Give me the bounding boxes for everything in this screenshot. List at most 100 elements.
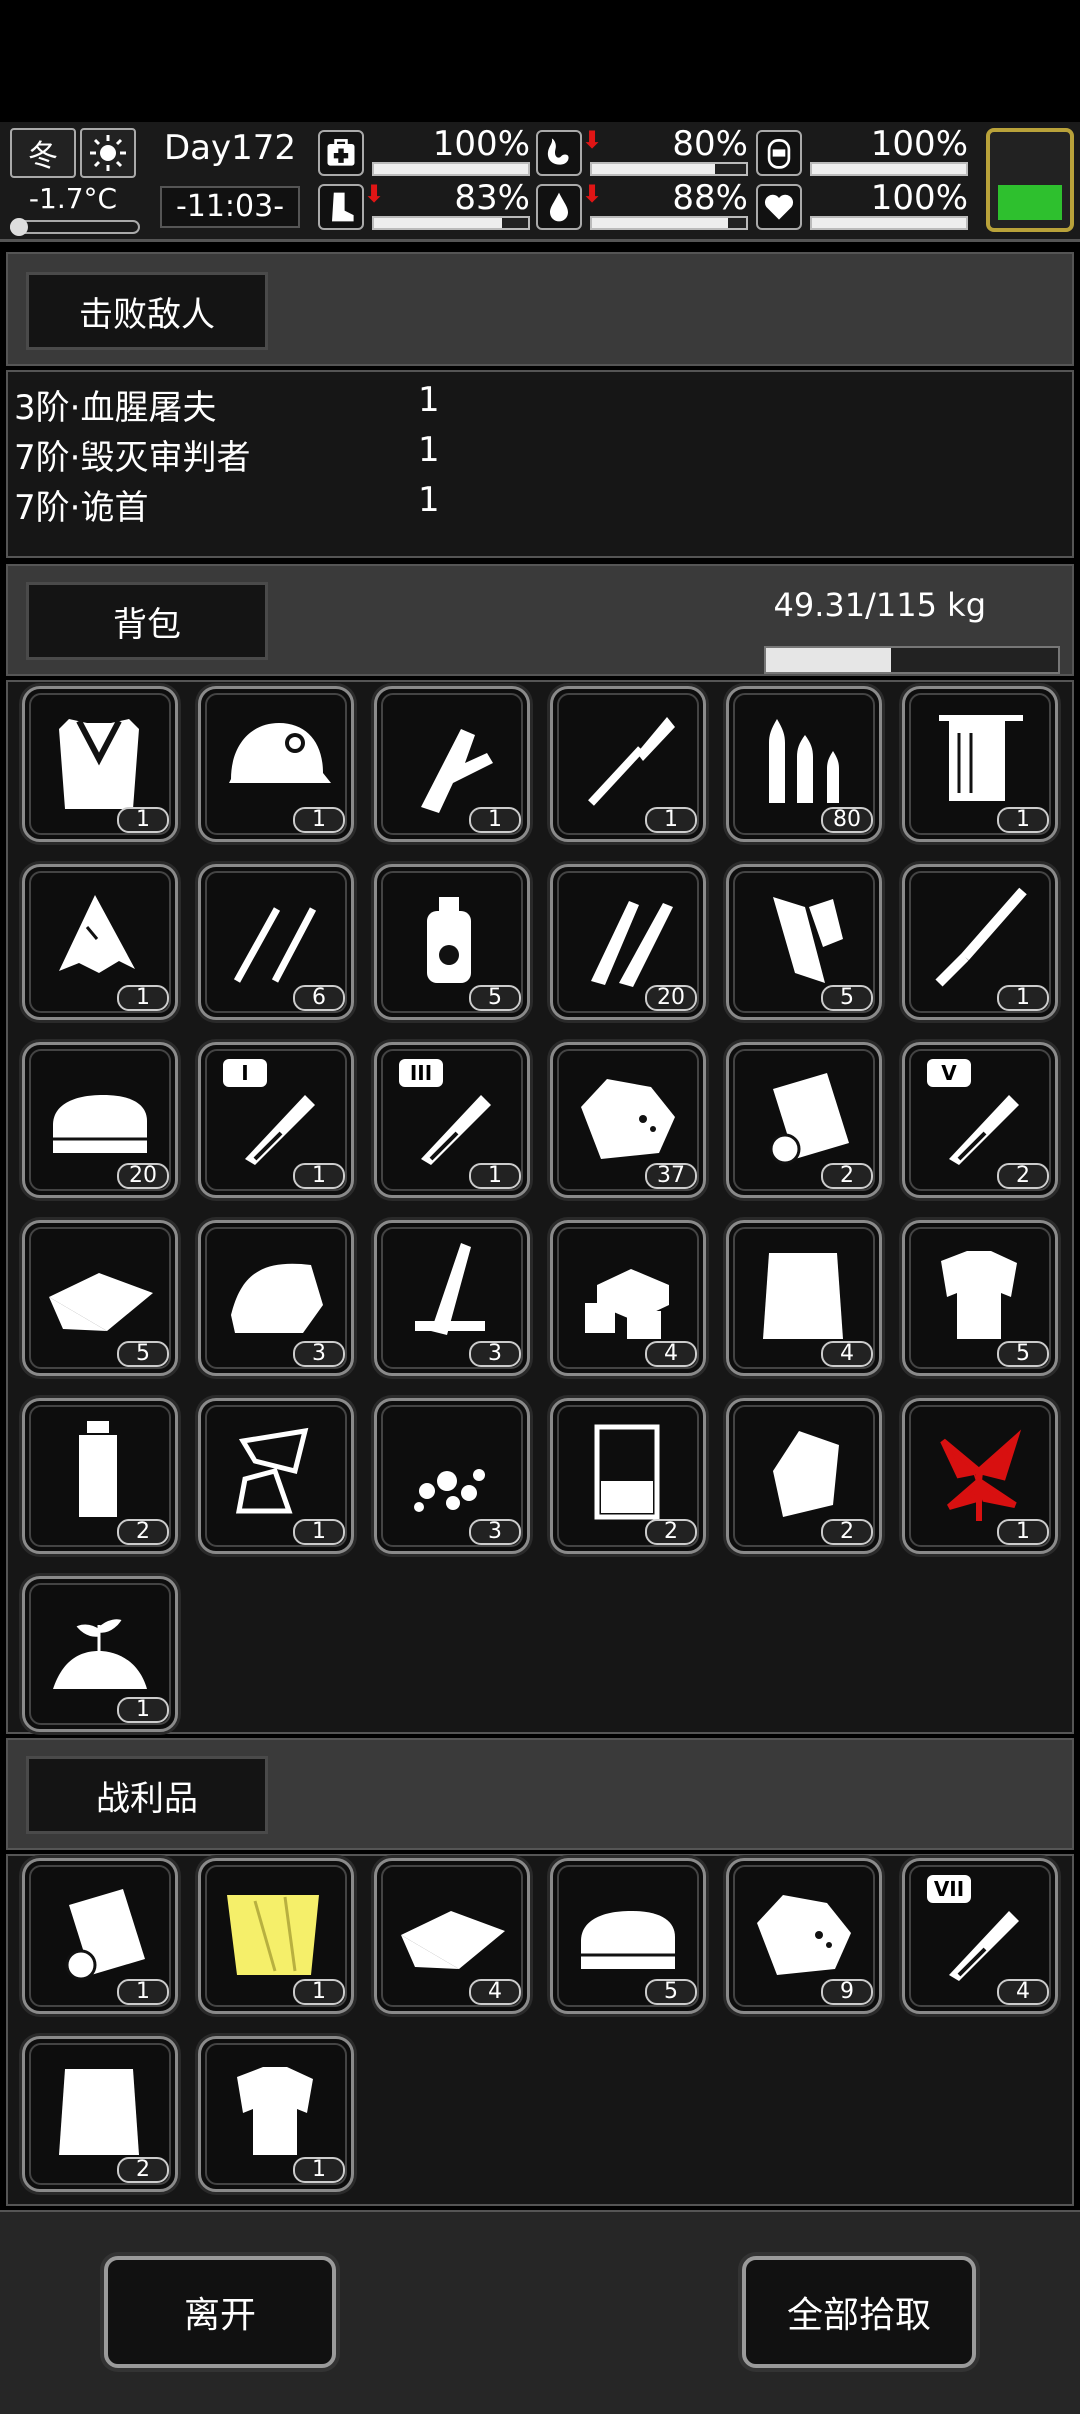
item-slot[interactable]: 5 xyxy=(22,1220,178,1376)
bullets-icon xyxy=(769,719,839,803)
item-count: 1 xyxy=(117,1979,169,2005)
season-badge: 冬 xyxy=(10,128,76,178)
item-slot[interactable]: 1 xyxy=(902,864,1058,1020)
stat-value: 80% xyxy=(672,124,748,164)
towel-icon xyxy=(939,715,1023,801)
item-slot[interactable]: 1 xyxy=(198,686,354,842)
item-slot[interactable]: 1 xyxy=(22,686,178,842)
loot-panel: 1 1 4 5 9 VII 4 2 1 xyxy=(6,1854,1074,2206)
item-count: 1 xyxy=(293,1163,345,1189)
item-count: 1 xyxy=(293,807,345,833)
item-count: 5 xyxy=(645,1979,697,2005)
thermometer-icon xyxy=(10,218,140,236)
item-slot[interactable]: 80 xyxy=(726,686,882,842)
stat-bar xyxy=(810,216,968,230)
item-count: 1 xyxy=(117,1697,169,1723)
folded-cloth-icon xyxy=(53,1095,147,1153)
item-count: 5 xyxy=(469,985,521,1011)
item-slot[interactable]: 5 xyxy=(902,1220,1058,1376)
leave-button[interactable]: 离开 xyxy=(104,2256,336,2368)
item-slot[interactable]: 1 xyxy=(198,1858,354,2014)
gravel-icon xyxy=(414,1469,485,1512)
item-slot[interactable]: V2 xyxy=(902,1042,1058,1198)
item-slot[interactable]: 1 xyxy=(902,1398,1058,1554)
defeated-list: 3阶·血腥屠夫 1 7阶·毁灭审判者 1 7阶·诡首 1 xyxy=(6,370,1074,558)
item-slot[interactable]: 20 xyxy=(550,864,706,1020)
item-slot[interactable]: 2 xyxy=(22,1398,178,1554)
item-count: 5 xyxy=(117,1341,169,1367)
fabric-icon xyxy=(49,1273,153,1331)
enemy-count: 1 xyxy=(418,430,440,470)
item-slot[interactable]: 1 xyxy=(902,686,1058,842)
item-slot[interactable]: 1 xyxy=(550,686,706,842)
item-slot[interactable]: 2 xyxy=(550,1398,706,1554)
stat-medkit: 100% xyxy=(318,126,530,178)
item-count: 2 xyxy=(997,1163,1049,1189)
item-slot[interactable]: 1 xyxy=(198,2036,354,2192)
stat-bar xyxy=(372,216,530,230)
stat-value: 88% xyxy=(672,178,748,218)
screwdriver-icon xyxy=(935,887,1027,987)
item-slot[interactable]: 3 xyxy=(374,1398,530,1554)
item-slot[interactable]: 2 xyxy=(726,1398,882,1554)
item-count: 37 xyxy=(645,1163,697,1189)
item-count: 1 xyxy=(293,1519,345,1545)
tab-backpack[interactable]: 背包 xyxy=(26,582,268,660)
backpack-panel: 1 1 1 1 80 1 1 6 5 20 5 1 20 I 1 III 1 37 2 V 2 5 3 3 4 4 5 2 1 3 2 2 1 1 xyxy=(6,680,1074,1734)
item-slot[interactable]: 5 xyxy=(550,1858,706,2014)
item-slot[interactable]: 1 xyxy=(22,1858,178,2014)
item-slot[interactable]: VII 4 xyxy=(902,1858,1058,2014)
item-slot[interactable]: 5 xyxy=(726,864,882,1020)
item-slot[interactable]: 3 xyxy=(198,1220,354,1376)
item-slot[interactable]: 1 xyxy=(374,686,530,842)
item-slot[interactable]: 20 xyxy=(22,1042,178,1198)
take-all-button[interactable]: 全部拾取 xyxy=(742,2256,976,2368)
item-slot[interactable]: 4 xyxy=(550,1220,706,1376)
item-slot[interactable]: 3 xyxy=(374,1220,530,1376)
item-count: 1 xyxy=(293,1979,345,2005)
item-slot[interactable]: 9 xyxy=(726,1858,882,2014)
stat-bar xyxy=(810,162,968,176)
item-count: 6 xyxy=(293,985,345,1011)
tier-badge: III xyxy=(399,1059,443,1087)
item-slot[interactable]: 1 xyxy=(22,1576,178,1732)
item-count: 3 xyxy=(469,1519,521,1545)
ragged-shirt-icon xyxy=(237,2067,313,2155)
cloth-roll-icon xyxy=(65,1889,145,1981)
enemy-count: 1 xyxy=(418,480,440,520)
stat-bar xyxy=(590,162,748,176)
item-slot[interactable]: III 1 xyxy=(374,1042,530,1198)
stat-value: 100% xyxy=(432,124,530,164)
helmet-icon xyxy=(229,723,331,783)
item-slot[interactable]: I1 xyxy=(198,1042,354,1198)
item-count: 2 xyxy=(117,1519,169,1545)
item-count: 1 xyxy=(997,1519,1049,1545)
item-slot[interactable]: 37 xyxy=(550,1042,706,1198)
day-counter: Day172 xyxy=(163,128,297,168)
battery-icon xyxy=(986,128,1074,232)
tab-defeated[interactable]: 击败敌人 xyxy=(26,272,268,350)
tab-loot[interactable]: 战利品 xyxy=(26,1756,268,1834)
item-count: 5 xyxy=(821,985,873,1011)
torn-cloth-icon xyxy=(59,895,135,973)
tier-badge: V xyxy=(927,1059,971,1087)
temperature: -1.7°C xyxy=(28,182,118,215)
enemy-count: 1 xyxy=(418,380,440,420)
cloth-roll-icon xyxy=(769,1073,849,1165)
item-count: 1 xyxy=(117,985,169,1011)
sack-icon xyxy=(59,2069,139,2155)
item-slot[interactable]: 4 xyxy=(374,1858,530,2014)
item-count: 9 xyxy=(821,1979,873,2005)
ragged-shirt-icon xyxy=(941,1251,1017,1339)
item-slot[interactable]: 6 xyxy=(198,864,354,1020)
item-slot[interactable]: 4 xyxy=(726,1220,882,1376)
item-count: 1 xyxy=(117,807,169,833)
stat-heart: 100% xyxy=(756,180,968,232)
weight-label: 49.31/115 kg xyxy=(773,586,986,624)
item-slot[interactable]: 1 xyxy=(22,864,178,1020)
item-slot[interactable]: 1 xyxy=(198,1398,354,1554)
caliper-knife-icon xyxy=(421,729,493,813)
item-slot[interactable]: 2 xyxy=(726,1042,882,1198)
item-slot[interactable]: 5 xyxy=(374,864,530,1020)
item-slot[interactable]: 2 xyxy=(22,2036,178,2192)
